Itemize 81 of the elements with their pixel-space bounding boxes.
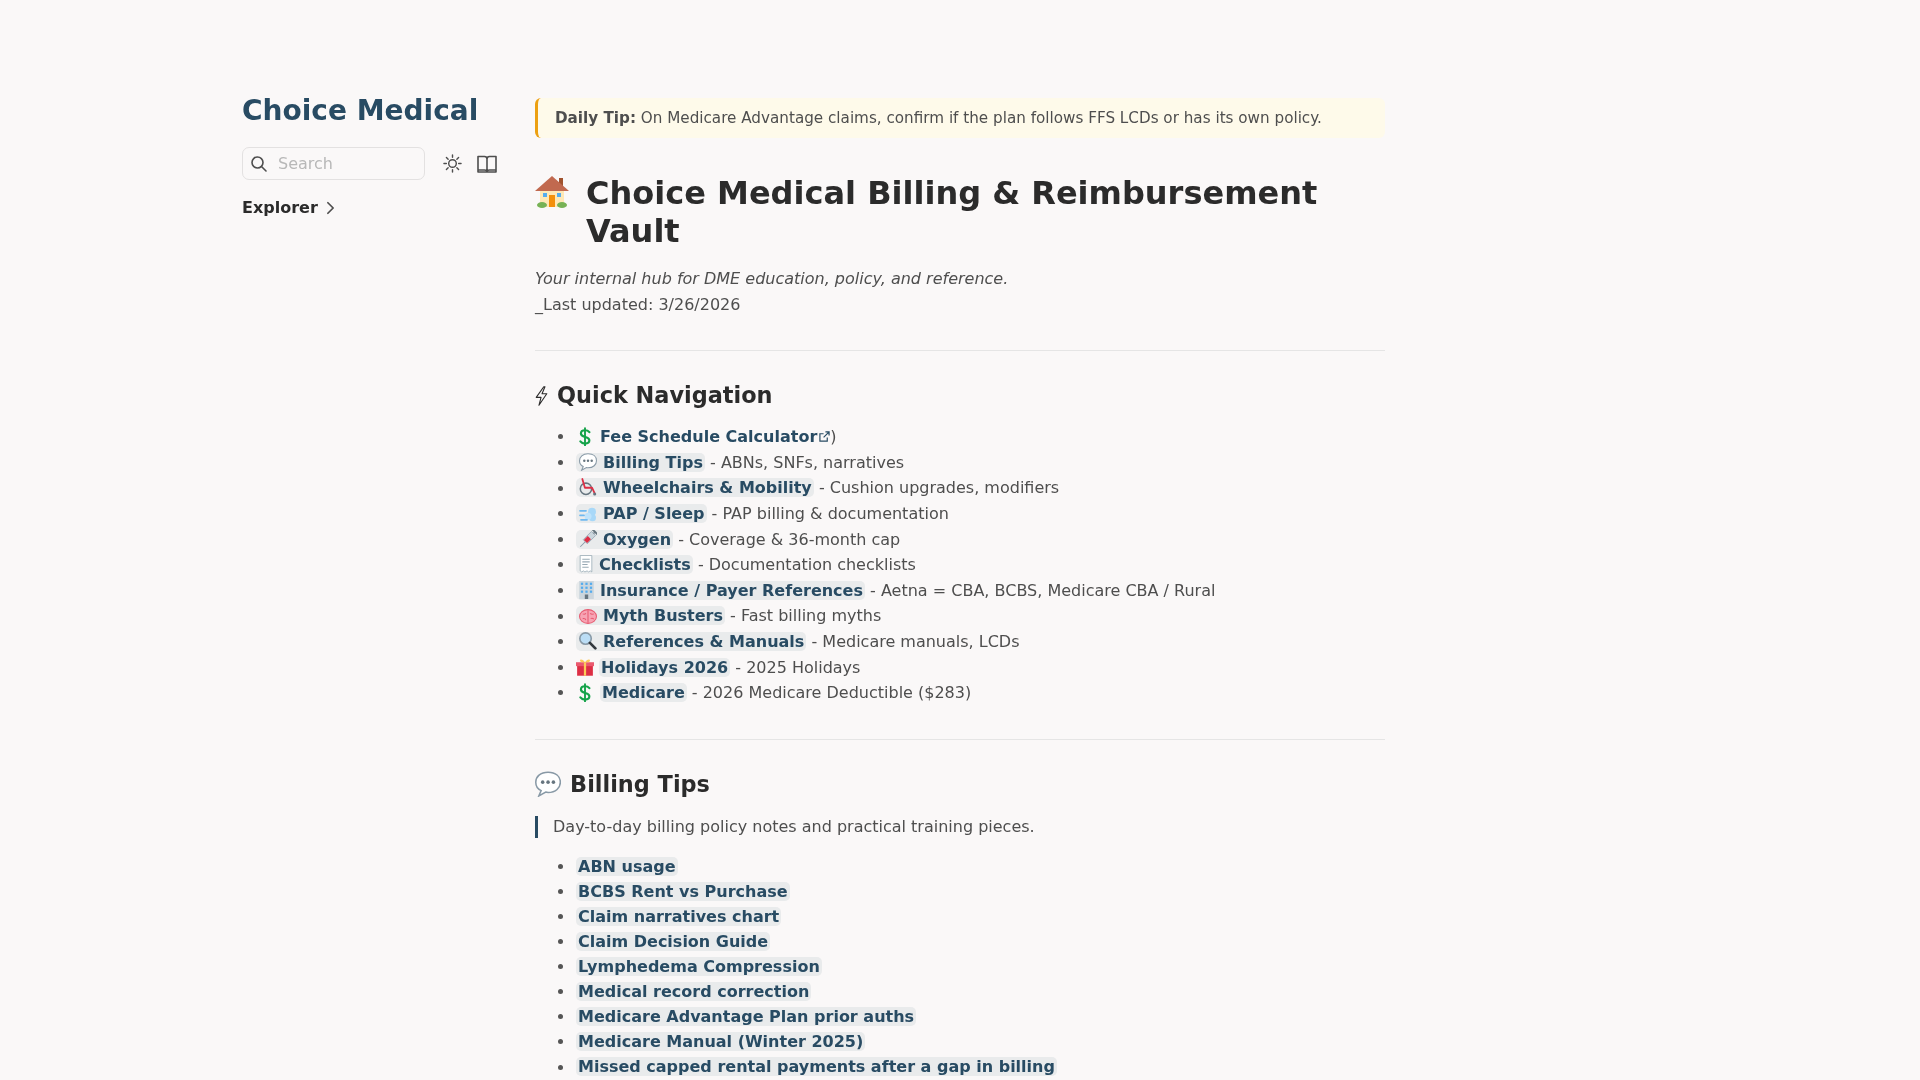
- nav-description: - Cushion upgrades, modifiers: [818, 478, 1060, 498]
- nav-link[interactable]: PAP / Sleep: [576, 503, 707, 523]
- link-suffix: ): [830, 427, 837, 447]
- bullet-icon: [558, 434, 563, 440]
- nav-description: - 2025 Holidays: [735, 657, 861, 677]
- bullet-icon: [558, 1039, 563, 1045]
- bullet-icon: [558, 460, 563, 466]
- book-icon: [477, 153, 497, 174]
- section-heading: Billing Tips: [570, 769, 710, 799]
- reader-mode-button[interactable]: [477, 153, 497, 174]
- nav-link[interactable]: Myth Busters: [576, 606, 725, 626]
- nav-description: - PAP billing & documentation: [711, 503, 949, 523]
- bullet-icon: [558, 913, 563, 919]
- wind-puff-icon: [579, 506, 597, 522]
- article-link[interactable]: BCBS Rent vs Purchase: [576, 881, 790, 901]
- article-link[interactable]: Claim narratives chart: [576, 906, 782, 926]
- last-updated-text: _Last updated: 3/26/2026: [535, 293, 742, 316]
- nav-description: - Documentation checklists: [697, 555, 916, 575]
- bullet-icon: [558, 536, 563, 542]
- theme-toggle-button[interactable]: [442, 153, 462, 174]
- search-icon: [251, 155, 267, 172]
- bullet-icon: [558, 888, 563, 894]
- dollar-icon: [579, 426, 591, 447]
- nav-link[interactable]: Checklists: [576, 555, 693, 575]
- bullet-icon: [558, 639, 563, 645]
- article-link[interactable]: Claim Decision Guide: [576, 932, 771, 951]
- bullet-icon: [558, 511, 563, 517]
- section-heading: Quick Navigation: [557, 381, 773, 411]
- nav-link[interactable]: Insurance / Payer References: [576, 580, 865, 600]
- nav-description: - Aetna = CBA, BCBS, Medicare CBA / Rural: [870, 580, 1216, 600]
- dollar-icon: [579, 682, 591, 703]
- magnifier-icon: [579, 631, 597, 650]
- speech-bubble-icon: [535, 771, 562, 798]
- nav-description: - ABNs, SNFs, narratives: [710, 452, 905, 472]
- external-link-icon: [819, 431, 831, 443]
- bullet-icon: [558, 613, 563, 619]
- nav-link[interactable]: Holidays 2026: [599, 657, 731, 677]
- speech-bubble-icon: [579, 452, 597, 471]
- receipt-icon: [579, 555, 593, 574]
- bullet-icon: [558, 485, 563, 491]
- bullet-icon: [558, 863, 563, 869]
- nav-description: - Coverage & 36-month cap: [678, 529, 901, 549]
- site-title[interactable]: Choice Medical: [242, 94, 479, 128]
- nav-link[interactable]: Billing Tips: [576, 452, 705, 472]
- bullet-icon: [558, 1014, 563, 1020]
- nav-description: - Fast billing myths: [730, 606, 882, 626]
- house-icon: [535, 176, 569, 208]
- nav-link[interactable]: Fee Schedule Calculator: [600, 427, 831, 447]
- nav-description: - Medicare manuals, LCDs: [811, 631, 1020, 651]
- nav-link[interactable]: Medicare: [600, 683, 687, 703]
- bullet-icon: [558, 562, 563, 568]
- nav-description: - 2026 Medicare Deductible ($283): [691, 683, 972, 703]
- wheelchair-icon: [579, 478, 597, 497]
- bullet-icon: [558, 964, 563, 970]
- article-link[interactable]: Lymphedema Compression: [576, 957, 822, 977]
- page-title: Choice Medical Billing & Reimbursement Vault: [586, 174, 1319, 250]
- gift-icon: [576, 657, 594, 676]
- daily-tip-text: Daily Tip: On Medicare Advantage claims, confirm if the plan follows FFS LCDs or has its own policy.: [555, 109, 1322, 127]
- bullet-icon: [558, 588, 563, 594]
- bullet-icon: [558, 939, 563, 945]
- section-description: Day-to-day billing policy notes and practical training pieces.: [535, 815, 1385, 838]
- office-building-icon: [579, 580, 594, 599]
- lightning-icon: [535, 385, 548, 406]
- bullet-icon: [558, 690, 563, 696]
- nav-link[interactable]: Wheelchairs & Mobility: [576, 478, 814, 498]
- nav-link[interactable]: Oxygen: [576, 529, 674, 549]
- article-link[interactable]: Medicare Advantage Plan prior auths: [576, 1007, 917, 1027]
- syringe-icon: [579, 529, 597, 548]
- bullet-icon: [558, 664, 563, 670]
- search-field[interactable]: Search: [242, 147, 425, 180]
- article-link[interactable]: Missed capped rental payments after a gap in billing: [576, 1057, 1057, 1077]
- explorer-button[interactable]: Explorer: [242, 198, 335, 218]
- bullet-icon: [558, 989, 563, 995]
- article-link[interactable]: Medical record correction: [576, 982, 812, 1002]
- article-link[interactable]: Medicare Manual (Winter 2025): [576, 1032, 866, 1052]
- bullet-icon: [558, 1064, 563, 1070]
- page-subtitle: Your internal hub for DME education, policy, and reference.: [535, 268, 1010, 290]
- sun-icon: [442, 154, 462, 173]
- article-link[interactable]: ABN usage: [576, 856, 678, 876]
- brain-icon: [579, 609, 597, 625]
- nav-link[interactable]: References & Manuals: [576, 631, 807, 651]
